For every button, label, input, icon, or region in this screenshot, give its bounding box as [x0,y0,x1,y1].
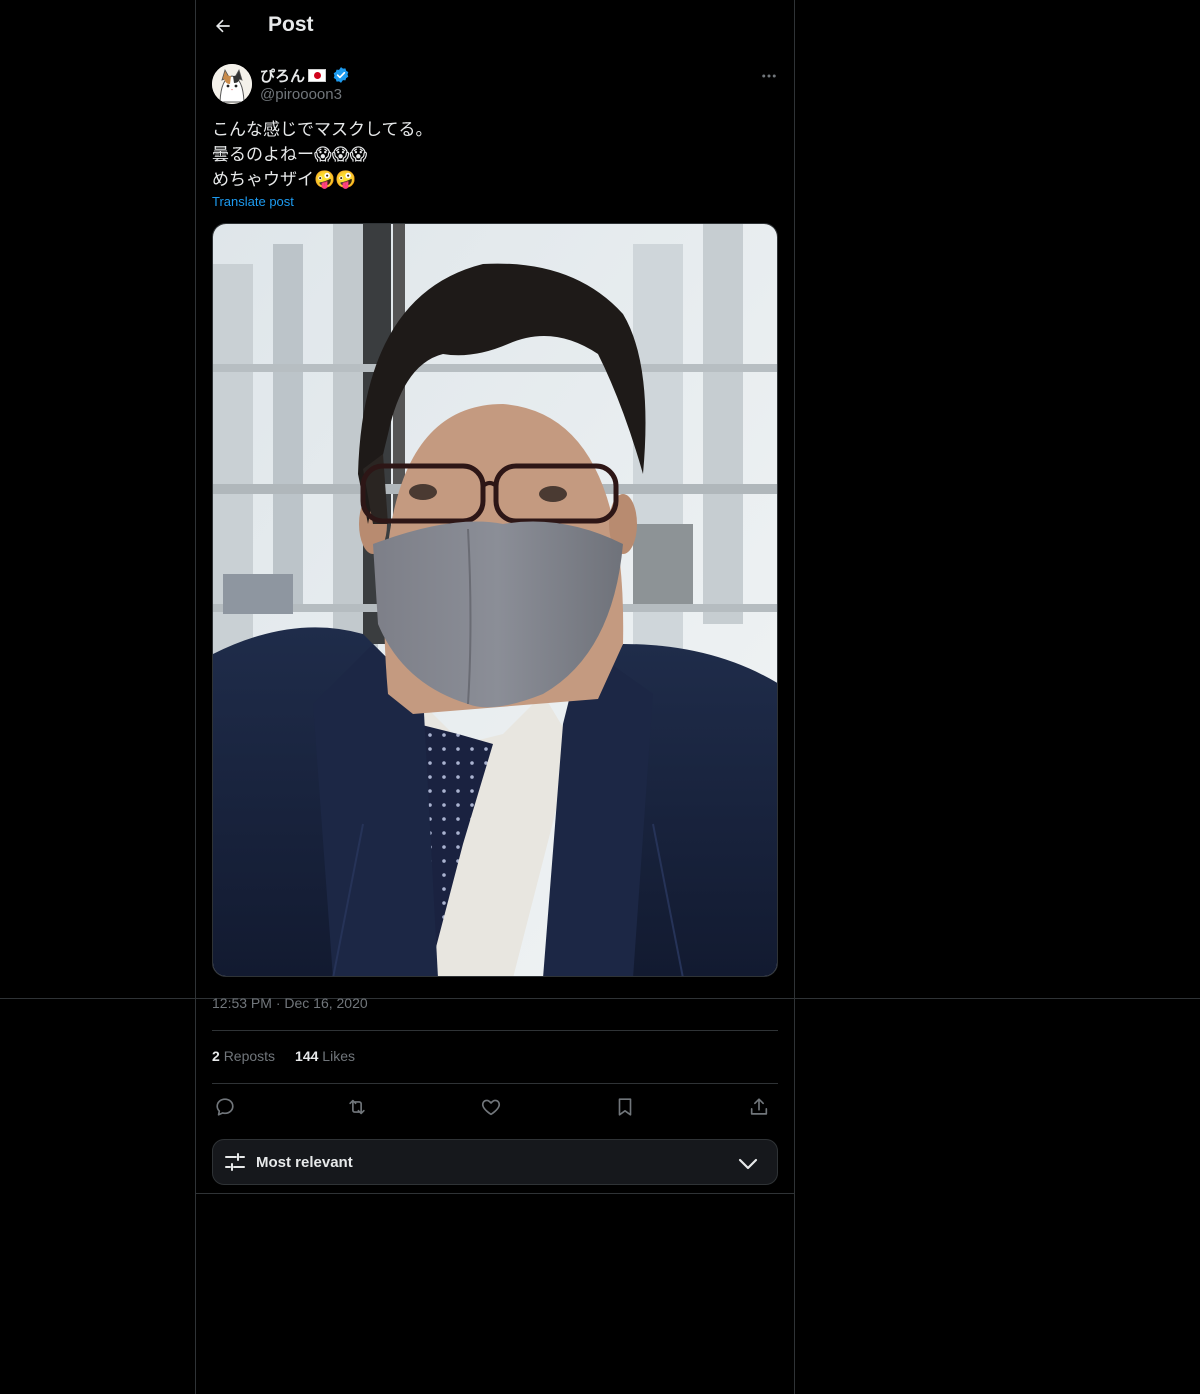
avatar[interactable] [212,64,252,104]
cat-avatar-icon [212,64,252,104]
translate-post-link[interactable]: Translate post [212,194,294,209]
share-button[interactable] [746,1094,772,1120]
divider [212,1083,778,1084]
more-horizontal-icon [762,74,776,78]
like-button[interactable] [478,1094,504,1120]
sort-label: Most relevant [256,1154,353,1171]
author-name[interactable]: ぴろん [260,64,350,86]
reposts-stat[interactable]: 2 Reposts [212,1048,275,1064]
author-display-name: ぴろん [260,67,306,85]
page-title: Post [268,13,314,36]
reply-sort-dropdown[interactable]: Most relevant [212,1139,778,1185]
post-column: Post ぴろん @piroooon3 こんな感じでマスクしてる。 曇るのよねー… [195,0,795,1394]
back-button[interactable] [208,11,238,41]
verified-badge-icon [333,67,349,83]
reply-icon [216,1098,234,1116]
post-text-line: めちゃウザイ🤪🤪 [212,170,357,190]
post-text: こんな感じでマスクしてる。 曇るのよねー😱😱😱 めちゃウザイ🤪🤪 [212,118,778,193]
chevron-down-icon [738,1158,758,1170]
author-handle[interactable]: @piroooon3 [260,86,342,103]
post-timestamp[interactable]: 12:53 PM · Dec 16, 2020 [212,995,368,1011]
bookmark-button[interactable] [612,1094,638,1120]
post-stats: 2 Reposts 144 Likes [212,1048,355,1064]
post-text-line: 曇るのよねー😱😱😱 [212,145,368,165]
post-text-line: こんな感じでマスクしてる。 [212,120,433,140]
sliders-icon [225,1153,245,1171]
arrow-left-icon [216,19,230,33]
reply-button[interactable] [212,1094,238,1120]
post-photo[interactable] [212,223,778,977]
repost-icon [349,1099,365,1115]
reposts-count: 2 [212,1048,220,1064]
like-icon [481,1099,501,1116]
divider [212,1030,778,1031]
likes-count: 144 [295,1048,319,1064]
bookmark-icon [618,1098,632,1116]
post-actions [212,1094,778,1120]
likes-label: Likes [322,1048,355,1064]
japan-flag-icon [308,68,327,82]
reposts-label: Reposts [223,1048,276,1064]
likes-stat[interactable]: 144 Likes [295,1048,355,1064]
share-icon [750,1098,768,1115]
selfie-photo-image [213,224,777,976]
repost-button[interactable] [344,1094,370,1120]
post-header: Post [196,0,794,53]
divider [196,1193,794,1194]
more-options-button[interactable] [756,63,782,89]
